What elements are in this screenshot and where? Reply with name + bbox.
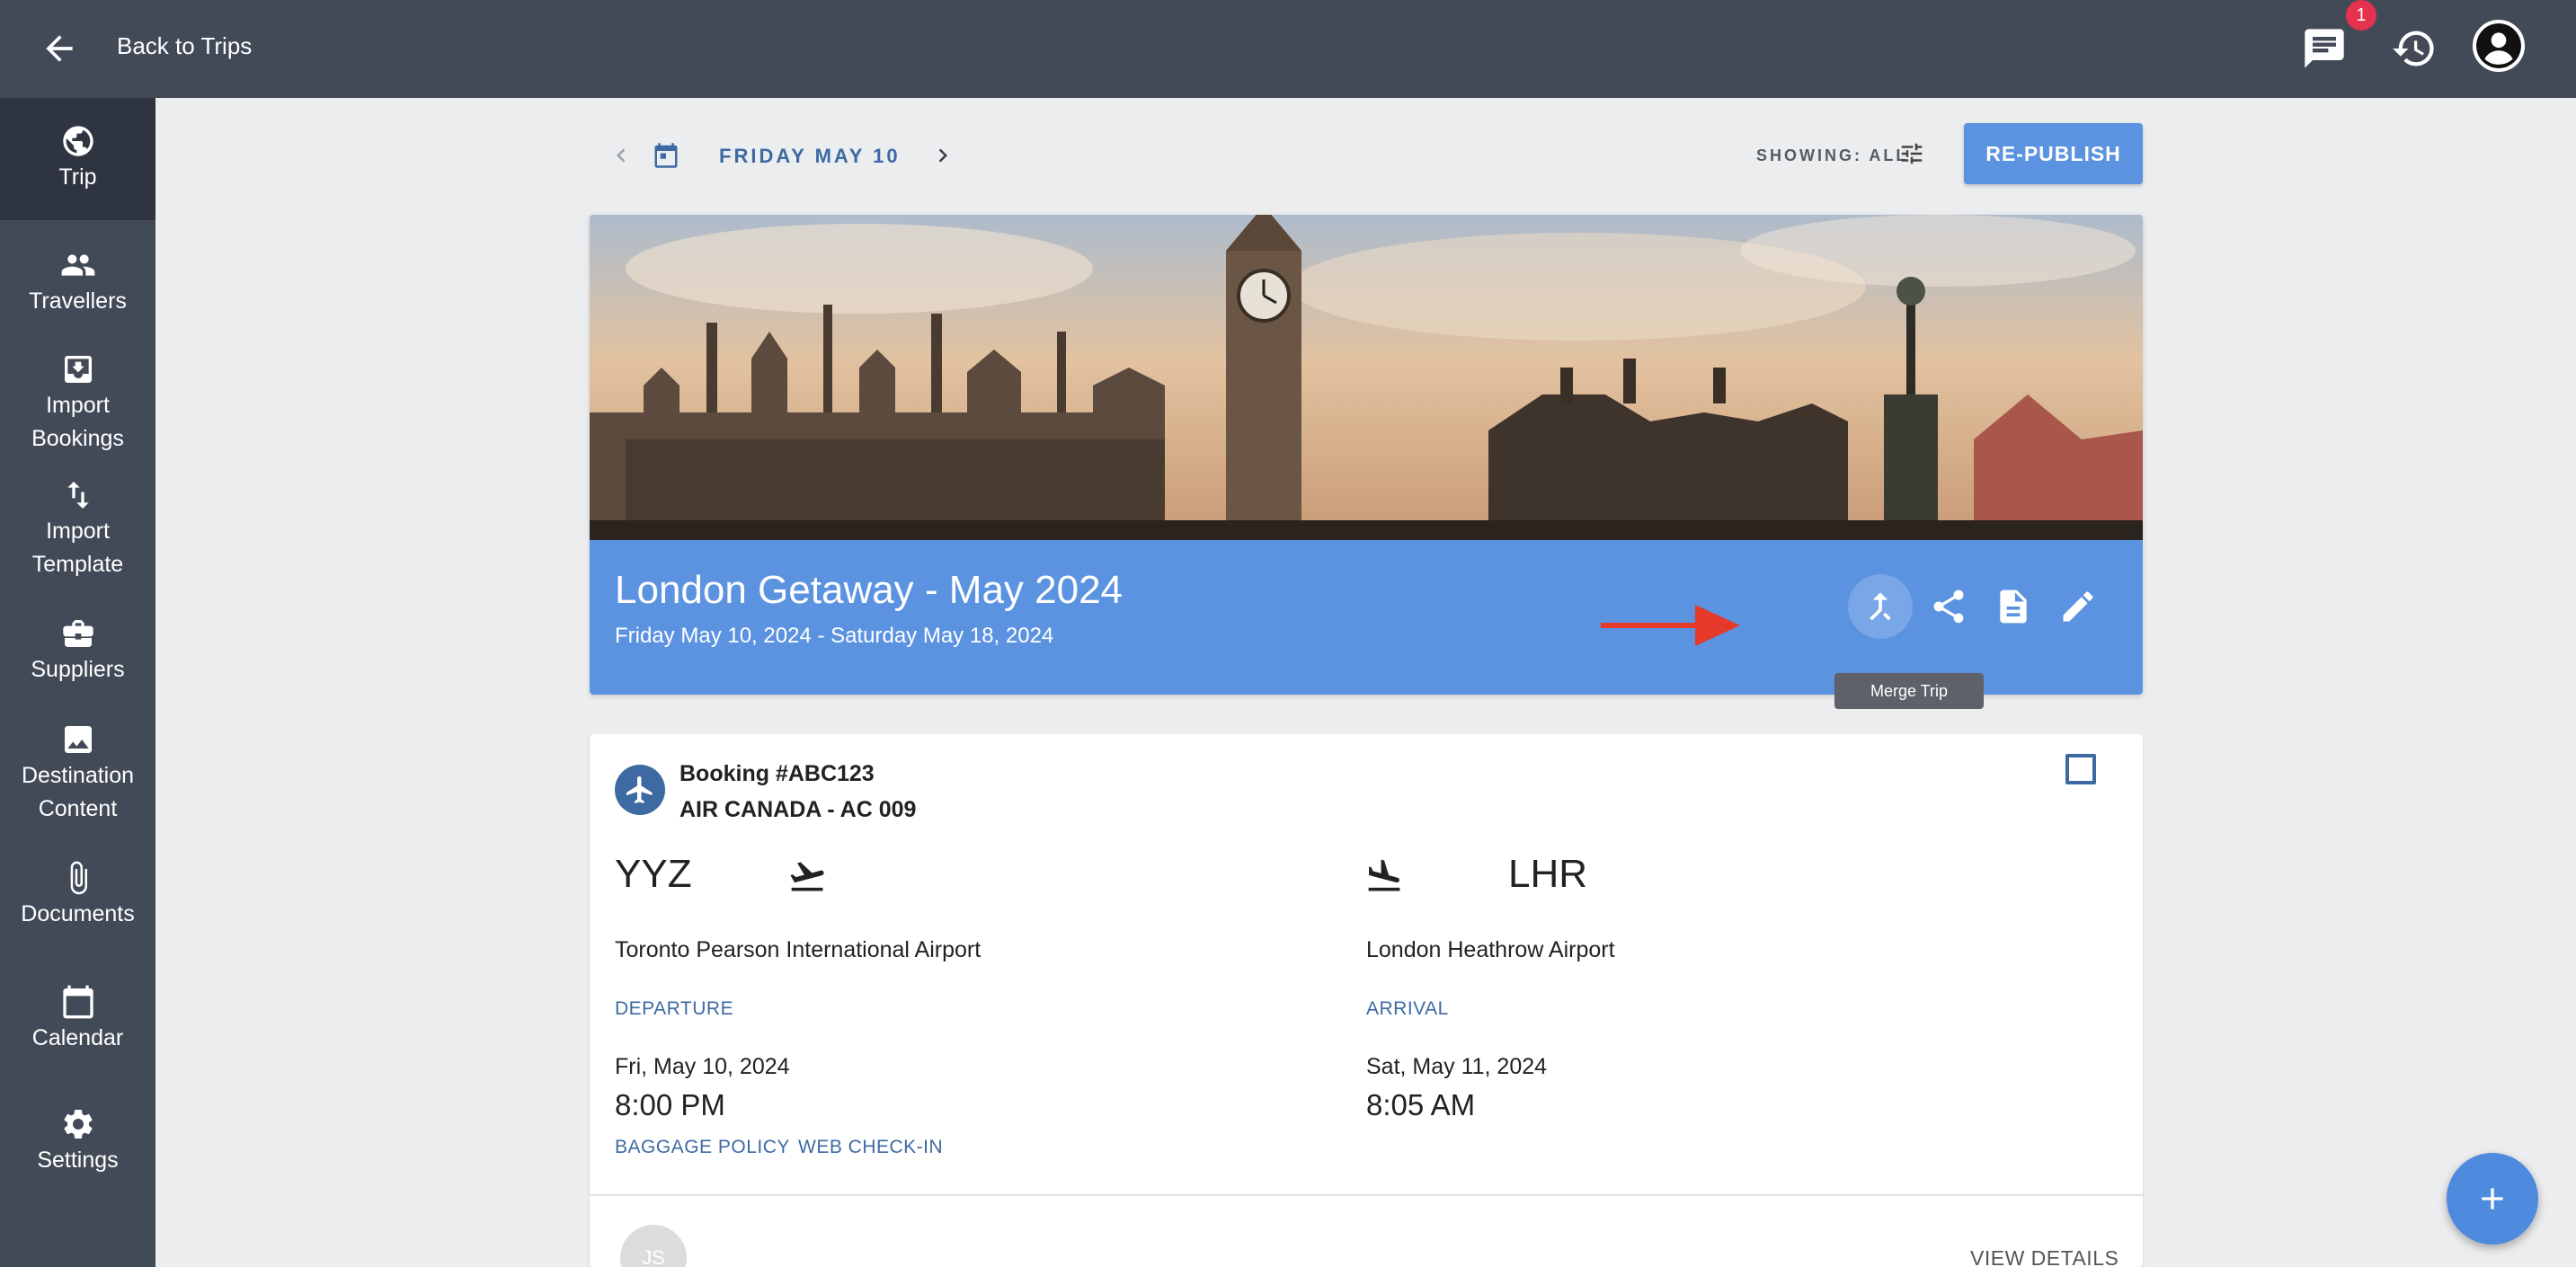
skyline-illustration — [590, 215, 2143, 540]
person-icon — [2476, 23, 2521, 68]
calendar-icon — [62, 985, 93, 1019]
arrival-airport: London Heathrow Airport — [1366, 937, 1615, 962]
top-bar: Back to Trips 1 — [0, 0, 2576, 98]
add-fab-button[interactable] — [2447, 1153, 2538, 1245]
swap-vertical-icon — [67, 482, 89, 509]
tune-icon[interactable] — [1898, 140, 1925, 167]
departure-code: YYZ — [615, 852, 692, 896]
trip-title: London Getaway - May 2024 — [615, 568, 1124, 612]
baggage-policy-link[interactable]: BAGGAGE POLICY — [615, 1135, 790, 1160]
trip-hero: London Getaway - May 2024 Friday May 10,… — [590, 215, 2143, 695]
departure-label: DEPARTURE — [615, 998, 734, 1019]
sidebar-item-label: Suppliers — [31, 657, 125, 682]
booking-number: Booking #ABC123 — [680, 761, 875, 786]
republish-button[interactable]: RE-PUBLISH — [1964, 123, 2143, 184]
sidebar-item-destination-content[interactable]: Destination Content — [0, 722, 155, 826]
sidebar-item-label: Bookings — [31, 426, 124, 451]
sidebar-item-label: Import — [46, 393, 110, 418]
flight-takeoff-icon — [790, 862, 824, 891]
back-to-trips-link[interactable]: Back to Trips — [117, 32, 252, 59]
card-divider — [590, 1194, 2143, 1196]
trip-date-range: Friday May 10, 2024 - Saturday May 18, 2… — [615, 624, 1054, 648]
import-icon — [64, 356, 92, 383]
departure-date: Fri, May 10, 2024 — [615, 1054, 790, 1079]
calendar-small-icon[interactable] — [653, 142, 680, 169]
departure-time: 8:00 PM — [615, 1088, 725, 1121]
showing-filter-label[interactable]: SHOWING: ALL — [1756, 145, 1908, 166]
arrival-date: Sat, May 11, 2024 — [1366, 1054, 1548, 1079]
sidebar: Trip Travellers Import Bookings Import T… — [0, 98, 155, 1267]
current-date-label[interactable]: FRIDAY MAY 10 — [719, 144, 901, 169]
flight-badge — [615, 765, 665, 815]
pencil-icon[interactable] — [2058, 587, 2098, 626]
sidebar-item-import-bookings[interactable]: Import Bookings — [0, 351, 155, 456]
sidebar-item-label: Settings — [37, 1147, 119, 1173]
sidebar-item-label: Template — [31, 552, 124, 577]
airplane-icon — [626, 776, 653, 803]
sidebar-item-label: Trip — [58, 164, 97, 190]
sidebar-item-label: Destination — [21, 763, 135, 788]
globe-icon — [62, 126, 93, 156]
annotation-arrow-icon — [1601, 605, 1740, 646]
user-avatar[interactable] — [2473, 20, 2525, 72]
briefcase-icon — [62, 620, 93, 647]
merge-trip-button[interactable] — [1848, 574, 1913, 639]
sidebar-item-trip[interactable]: Trip — [0, 98, 155, 220]
chevron-right-icon[interactable] — [929, 142, 956, 169]
chat-icon[interactable] — [2301, 25, 2348, 72]
plus-icon — [2482, 1188, 2503, 1209]
merge-icon — [1870, 592, 1891, 621]
web-checkin-link[interactable]: WEB CHECK-IN — [798, 1135, 943, 1160]
sidebar-item-label: Content — [38, 796, 118, 821]
history-icon[interactable] — [2391, 25, 2438, 72]
departure-airport: Toronto Pearson International Airport — [615, 937, 982, 962]
airline-flight: AIR CANADA - AC 009 — [680, 797, 917, 822]
view-details-link[interactable]: VIEW DETAILS — [1970, 1245, 2119, 1267]
flight-land-icon — [1368, 859, 1400, 891]
london-skyline-image — [590, 215, 2143, 540]
document-icon[interactable] — [1994, 587, 2033, 626]
sidebar-item-documents[interactable]: Documents — [0, 860, 155, 931]
sidebar-item-label: Documents — [21, 901, 135, 926]
sidebar-item-label: Calendar — [31, 1025, 124, 1050]
sidebar-item-import-template[interactable]: Import Template — [0, 477, 155, 581]
arrival-code: LHR — [1508, 852, 1588, 896]
sidebar-item-label: Travellers — [29, 288, 127, 314]
gear-icon — [63, 1110, 93, 1139]
booking-select-checkbox[interactable] — [2065, 754, 2096, 784]
sidebar-item-suppliers[interactable]: Suppliers — [0, 616, 155, 687]
sidebar-item-label: Import — [46, 518, 110, 544]
sidebar-item-settings[interactable]: Settings — [0, 1106, 155, 1177]
paperclip-icon — [70, 861, 87, 895]
sidebar-item-travellers[interactable]: Travellers — [0, 247, 155, 318]
people-icon — [61, 254, 94, 276]
traveller-avatar: JS — [620, 1225, 687, 1267]
trip-title-band: London Getaway - May 2024 Friday May 10,… — [590, 540, 2143, 695]
arrival-label: ARRIVAL — [1366, 998, 1449, 1019]
share-icon[interactable] — [1929, 587, 1968, 626]
merge-trip-tooltip: Merge Trip — [1834, 673, 1984, 709]
arrival-time: 8:05 AM — [1366, 1088, 1476, 1121]
sidebar-item-calendar[interactable]: Calendar — [0, 984, 155, 1055]
back-arrow-icon[interactable] — [40, 29, 79, 68]
booking-card: Booking #ABC123 AIR CANADA - AC 009 YYZ … — [590, 734, 2143, 1267]
chevron-left-icon[interactable] — [608, 142, 635, 169]
notification-badge: 1 — [2346, 0, 2376, 31]
image-icon — [64, 726, 92, 753]
